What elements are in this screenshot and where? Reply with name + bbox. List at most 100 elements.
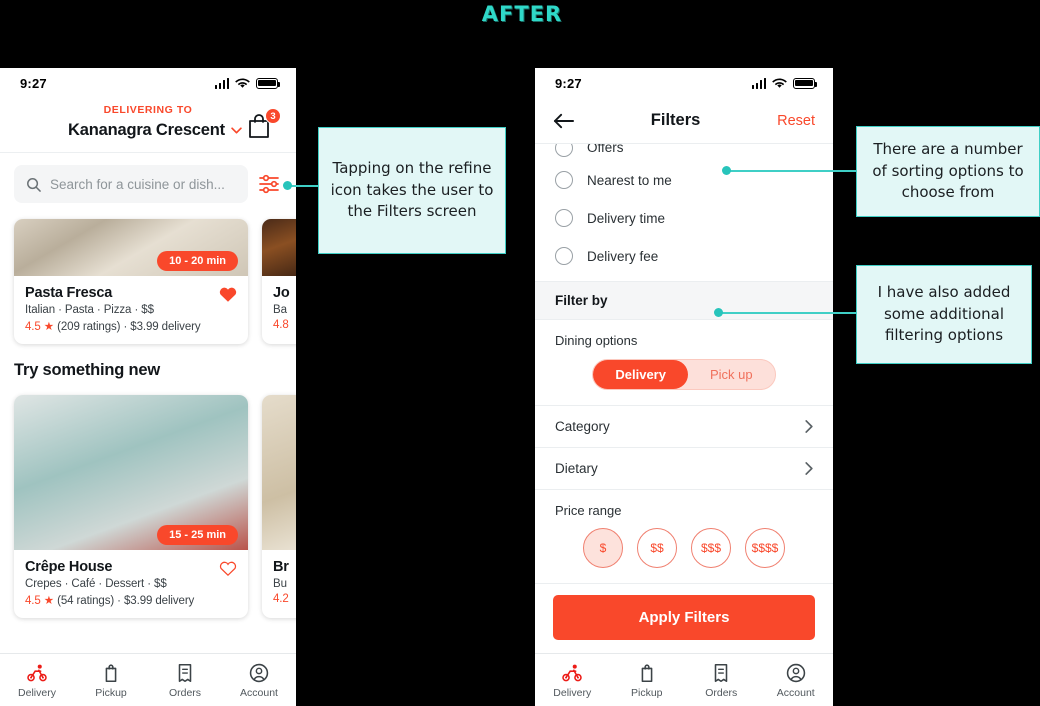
rating-meta: (209 ratings) · $3.99 delivery — [57, 321, 201, 333]
radio-label: Nearest to me — [587, 172, 672, 188]
status-time: 9:27 — [20, 75, 47, 91]
restaurant-info: Pasta Fresca Italian · Pasta · Pizza · $… — [14, 276, 248, 344]
apply-filters-button[interactable]: Apply Filters — [553, 595, 815, 640]
nav-item-pickup[interactable]: Pickup — [610, 662, 685, 699]
restaurant-card[interactable]: Br Bu 4.2 — [262, 395, 296, 618]
delivery-time-badge: 15 - 25 min — [157, 525, 238, 545]
radio-icon — [555, 171, 573, 189]
price-option-4[interactable]: $$$$ — [745, 528, 785, 568]
cart-button[interactable]: 3 — [246, 108, 281, 144]
search-input[interactable]: Search for a cuisine or dish... — [14, 165, 248, 203]
delivery-time-badge: 10 - 20 min — [157, 251, 238, 271]
restaurant-name: Crêpe House — [25, 559, 113, 575]
price-option-2[interactable]: $$ — [637, 528, 677, 568]
sort-option-delivery-fee[interactable]: Delivery fee — [535, 237, 833, 275]
bicycle-delivery-icon — [27, 664, 47, 681]
price-option-3[interactable]: $$$ — [691, 528, 731, 568]
restaurant-card-row-bottom: 15 - 25 min Crêpe House Crepes · Café · … — [0, 389, 296, 618]
signal-bars-icon — [214, 77, 229, 89]
bottom-nav-right: Delivery Pickup Orders Account — [535, 653, 833, 706]
dining-toggle-wrap: Delivery Pick up — [555, 359, 813, 390]
dining-toggle[interactable]: Delivery Pick up — [592, 359, 776, 390]
rating-meta: (54 ratings) · $3.99 delivery — [57, 595, 195, 607]
callout-sorting: There are a number of sorting options to… — [856, 126, 1040, 217]
filter-row-category[interactable]: Category — [535, 406, 833, 448]
connector-dot-filtering — [714, 308, 723, 317]
nav-item-delivery[interactable]: Delivery — [0, 662, 74, 699]
restaurant-tags: Bu — [273, 578, 287, 590]
sort-option-delivery-time[interactable]: Delivery time — [535, 199, 833, 237]
apply-filters-wrap: Apply Filters — [535, 584, 833, 653]
row-label: Dietary — [555, 461, 598, 476]
connector-dot-refine — [283, 181, 292, 190]
nav-item-account[interactable]: Account — [759, 662, 834, 699]
star-icon: ★ — [43, 321, 55, 333]
star-icon: ★ — [43, 595, 55, 607]
nav-label: Pickup — [630, 686, 663, 699]
status-time: 9:27 — [555, 75, 582, 91]
price-range-label: Price range — [555, 503, 622, 518]
status-icons — [751, 77, 818, 89]
nav-label: Pickup — [95, 686, 127, 699]
restaurant-card-row-top: 10 - 20 min Pasta Fresca Italian · Pasta… — [0, 213, 296, 344]
radio-label: Delivery time — [587, 210, 666, 226]
status-bar-right: 9:27 — [535, 68, 833, 98]
person-account-icon — [786, 663, 805, 682]
page-title: Filters — [650, 111, 701, 129]
radio-icon — [555, 247, 573, 265]
after-title: AFTER — [481, 2, 563, 26]
filters-header: Filters Reset — [535, 98, 833, 144]
restaurant-tags: Italian · Pasta · Pizza · $$ — [25, 304, 154, 316]
callout-refine: Tapping on the refine icon takes the use… — [318, 127, 506, 254]
restaurant-card[interactable]: Jo Ba 4.8 — [262, 219, 296, 344]
bag-pickup-icon — [105, 663, 117, 682]
nav-item-pickup[interactable]: Pickup — [74, 662, 148, 699]
reset-button[interactable]: Reset — [777, 113, 815, 129]
nav-item-delivery[interactable]: Delivery — [535, 662, 610, 699]
rating-value: 4.2 — [273, 593, 289, 605]
screenshot-root: AFTER 9:27 DELIVERING TO Kananagra Cresc… — [0, 0, 1040, 706]
price-option-1[interactable]: $ — [583, 528, 623, 568]
restaurant-rating: 4.5 ★ (209 ratings) · $3.99 delivery — [25, 319, 237, 333]
chevron-down-icon — [231, 127, 242, 134]
sort-option-offers[interactable]: Offers — [535, 144, 833, 161]
phone-filters-screen: 9:27 Filters Reset Offers Nearest to me … — [535, 68, 833, 706]
heart-filled-icon[interactable] — [219, 286, 237, 303]
search-icon — [27, 177, 41, 192]
restaurant-image — [262, 395, 296, 550]
restaurant-rating: 4.8 — [273, 319, 296, 331]
refine-sliders-icon[interactable] — [258, 173, 282, 195]
toggle-option-pickup[interactable]: Pick up — [688, 360, 775, 389]
sort-option-nearest[interactable]: Nearest to me — [535, 161, 833, 199]
filter-row-dietary[interactable]: Dietary — [535, 448, 833, 490]
connector-dot-sorting — [722, 166, 731, 175]
restaurant-name: Pasta Fresca — [25, 285, 113, 301]
wifi-icon — [772, 77, 787, 88]
phone-home-screen: 9:27 DELIVERING TO Kananagra Crescent 3 … — [0, 68, 296, 706]
person-account-icon — [249, 663, 269, 682]
battery-icon — [256, 77, 281, 89]
price-options: $ $$ $$$ $$$$ — [555, 528, 813, 568]
dining-options-label: Dining options — [555, 333, 638, 348]
rating-value: 4.5 — [25, 595, 41, 607]
nav-item-orders[interactable]: Orders — [148, 662, 222, 699]
nav-label: Delivery — [553, 686, 592, 699]
address-text: Kananagra Crescent — [68, 121, 225, 139]
restaurant-name: Br — [273, 559, 289, 575]
restaurant-name: Jo — [273, 285, 290, 301]
heart-outline-icon[interactable] — [219, 560, 237, 577]
back-arrow-icon[interactable] — [553, 113, 574, 129]
restaurant-info: Br Bu 4.2 — [262, 550, 296, 616]
signal-bars-icon — [751, 77, 766, 89]
restaurant-card[interactable]: 10 - 20 min Pasta Fresca Italian · Pasta… — [14, 219, 248, 344]
nav-label: Orders — [168, 686, 202, 699]
receipt-orders-icon — [178, 663, 192, 682]
nav-item-orders[interactable]: Orders — [684, 662, 759, 699]
rating-value: 4.5 — [25, 321, 41, 333]
home-scroll-area[interactable]: 10 - 20 min Pasta Fresca Italian · Pasta… — [0, 213, 296, 618]
nav-item-account[interactable]: Account — [222, 662, 296, 699]
toggle-option-delivery[interactable]: Delivery — [593, 360, 688, 389]
status-bar-left: 9:27 — [0, 68, 296, 98]
restaurant-card[interactable]: 15 - 25 min Crêpe House Crepes · Café · … — [14, 395, 248, 618]
wifi-icon — [235, 77, 250, 88]
